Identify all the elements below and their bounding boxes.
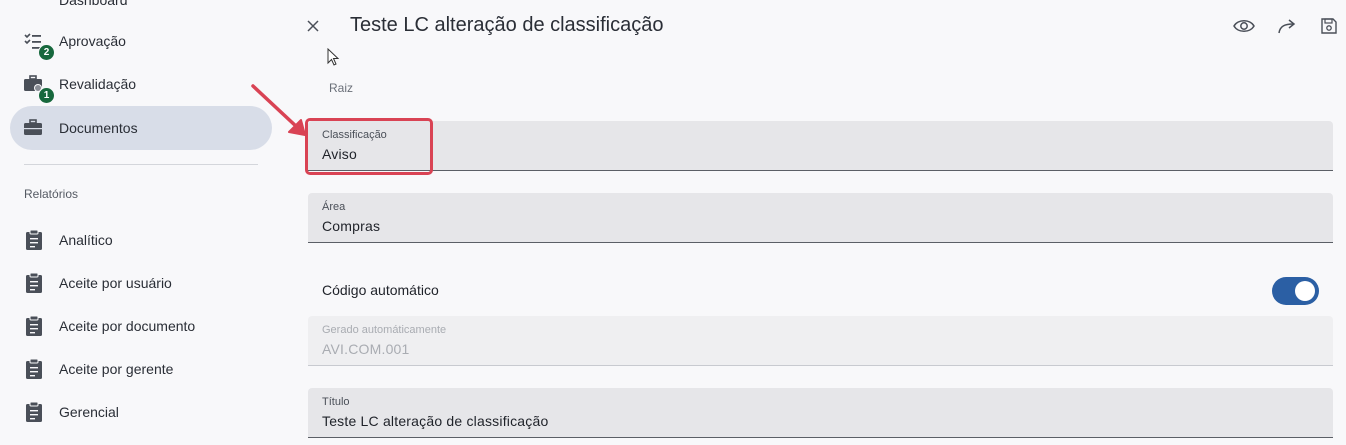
share-button[interactable] xyxy=(1275,16,1299,40)
sidebar: Dashboard 2 Aprovação 1 Revalidação Docu… xyxy=(0,0,285,445)
clipboard-icon xyxy=(24,358,44,380)
briefcase-icon xyxy=(22,117,44,139)
close-button[interactable] xyxy=(301,16,325,40)
field-label: Título xyxy=(322,396,350,408)
clipboard-icon xyxy=(24,315,44,337)
report-item-label: Analítico xyxy=(59,232,113,248)
report-item-label: Aceite por documento xyxy=(59,318,196,334)
sidebar-divider xyxy=(24,164,258,165)
report-item-aceite-gerente[interactable]: Aceite por gerente xyxy=(10,349,272,389)
sidebar-item-label: Revalidação xyxy=(59,76,137,92)
preview-button[interactable] xyxy=(1232,16,1256,40)
share-icon xyxy=(1277,18,1297,39)
auto-code-toggle[interactable] xyxy=(1272,277,1319,305)
field-value: AVI.COM.001 xyxy=(322,341,410,357)
classificacao-field[interactable]: Classificação Aviso xyxy=(308,121,1333,171)
field-label: Área xyxy=(322,201,346,213)
breadcrumb[interactable]: Raiz xyxy=(329,81,353,95)
reports-section-title: Relatórios xyxy=(24,187,79,201)
revalidation-count-badge: 1 xyxy=(38,87,55,104)
field-value: Teste LC alteração de classificação xyxy=(322,413,549,429)
report-item-aceite-usuario[interactable]: Aceite por usuário xyxy=(10,263,272,303)
sidebar-item-label: Dashboard xyxy=(59,0,128,8)
save-button[interactable] xyxy=(1317,16,1341,40)
titulo-field[interactable]: Título Teste LC alteração de classificaç… xyxy=(308,388,1333,438)
area-field[interactable]: Área Compras xyxy=(308,193,1333,243)
clipboard-icon xyxy=(24,229,44,251)
codigo-field: Gerado automáticamente AVI.COM.001 xyxy=(308,316,1333,366)
sidebar-item-label: Documentos xyxy=(59,120,138,136)
document-panel: Teste LC alteração de classificação Raiz… xyxy=(285,0,1346,445)
close-icon xyxy=(306,19,320,38)
clipboard-icon xyxy=(24,401,44,423)
report-item-analitico[interactable]: Analítico xyxy=(10,220,272,260)
page-title: Teste LC alteração de classificação xyxy=(350,14,664,36)
report-item-label: Aceite por gerente xyxy=(59,361,174,377)
approval-count-badge: 2 xyxy=(38,44,55,61)
toggle-knob xyxy=(1295,281,1315,301)
eye-icon xyxy=(1233,18,1255,39)
sidebar-item-revalidacao[interactable]: 1 Revalidação xyxy=(10,62,272,106)
save-icon xyxy=(1320,17,1338,40)
field-label: Gerado automáticamente xyxy=(322,324,447,336)
clipboard-icon xyxy=(24,272,44,294)
sidebar-item-aprovacao[interactable]: 2 Aprovação xyxy=(10,19,272,63)
sidebar-item-label: Aprovação xyxy=(59,33,126,49)
auto-code-row: Código automático xyxy=(308,268,1333,312)
report-item-label: Gerencial xyxy=(59,404,119,420)
dashboard-icon xyxy=(22,0,44,11)
report-item-label: Aceite por usuário xyxy=(59,275,172,291)
sidebar-item-documentos[interactable]: Documentos xyxy=(10,106,272,150)
auto-code-label: Código automático xyxy=(322,282,439,298)
report-item-gerencial[interactable]: Gerencial xyxy=(10,392,272,432)
field-value: Compras xyxy=(322,218,381,234)
report-item-aceite-documento[interactable]: Aceite por documento xyxy=(10,306,272,346)
highlight-box xyxy=(305,118,433,175)
